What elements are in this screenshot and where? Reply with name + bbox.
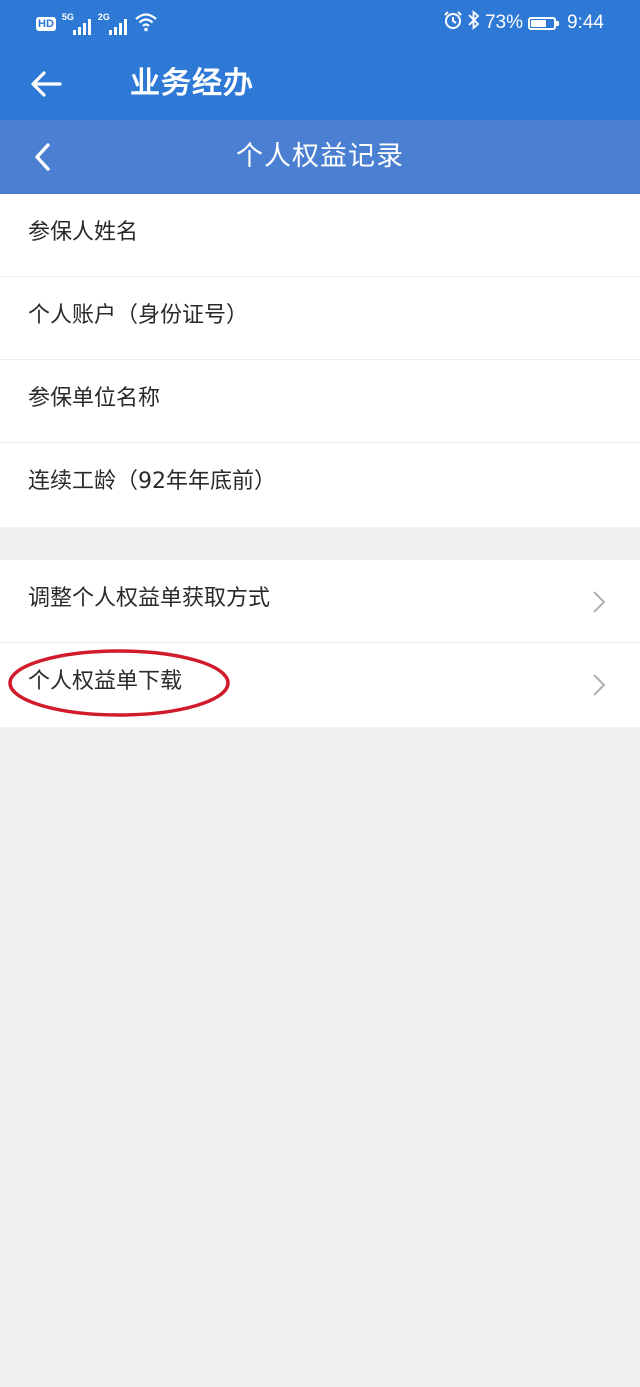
page-title: 个人权益记录 xyxy=(236,141,404,172)
battery-level-fill xyxy=(531,19,546,27)
status-bar: HD 5G 2G 73% 9:44 xyxy=(0,0,640,48)
info-row-account: 个人账户（身份证号） xyxy=(0,277,640,360)
action-label: 调整个人权益单获取方式 xyxy=(28,586,271,611)
battery-icon xyxy=(528,16,560,30)
info-row-employer: 参保单位名称 xyxy=(0,360,640,443)
signal-icon: 5G xyxy=(62,12,92,35)
sub-header: 个人权益记录 xyxy=(0,120,640,194)
wifi-icon xyxy=(134,12,158,36)
action-list: 调整个人权益单获取方式 个人权益单下载 xyxy=(0,560,640,727)
app-header: 业务经办 xyxy=(0,48,640,120)
battery-percent: 73% xyxy=(484,12,524,33)
app-title: 业务经办 xyxy=(130,66,254,101)
back-button[interactable] xyxy=(26,64,66,104)
action-label: 个人权益单下载 xyxy=(28,669,183,694)
info-label: 参保单位名称 xyxy=(28,386,161,411)
adjust-delivery-method-item[interactable]: 调整个人权益单获取方式 xyxy=(0,560,640,643)
download-statement-item[interactable]: 个人权益单下载 xyxy=(0,643,640,727)
info-row-name: 参保人姓名 xyxy=(0,194,640,277)
hd-icon: HD xyxy=(36,17,56,31)
info-label: 连续工龄（92年年底前） xyxy=(28,469,276,494)
chevron-right-icon xyxy=(593,674,606,696)
bluetooth-icon xyxy=(468,9,480,36)
chevron-right-icon xyxy=(593,591,606,613)
alarm-icon xyxy=(443,10,463,36)
clock-time: 9:44 xyxy=(567,12,604,33)
info-row-seniority: 连续工龄（92年年底前） xyxy=(0,443,640,527)
info-label: 参保人姓名 xyxy=(28,220,139,245)
info-label: 个人账户（身份证号） xyxy=(28,303,249,328)
signal-icon-2: 2G xyxy=(98,12,128,35)
status-left: HD 5G 2G xyxy=(36,12,158,36)
arrow-left-icon xyxy=(31,71,62,97)
info-list: 参保人姓名 个人账户（身份证号） 参保单位名称 连续工龄（92年年底前） xyxy=(0,194,640,527)
status-right: 73% 9:44 xyxy=(443,9,604,36)
